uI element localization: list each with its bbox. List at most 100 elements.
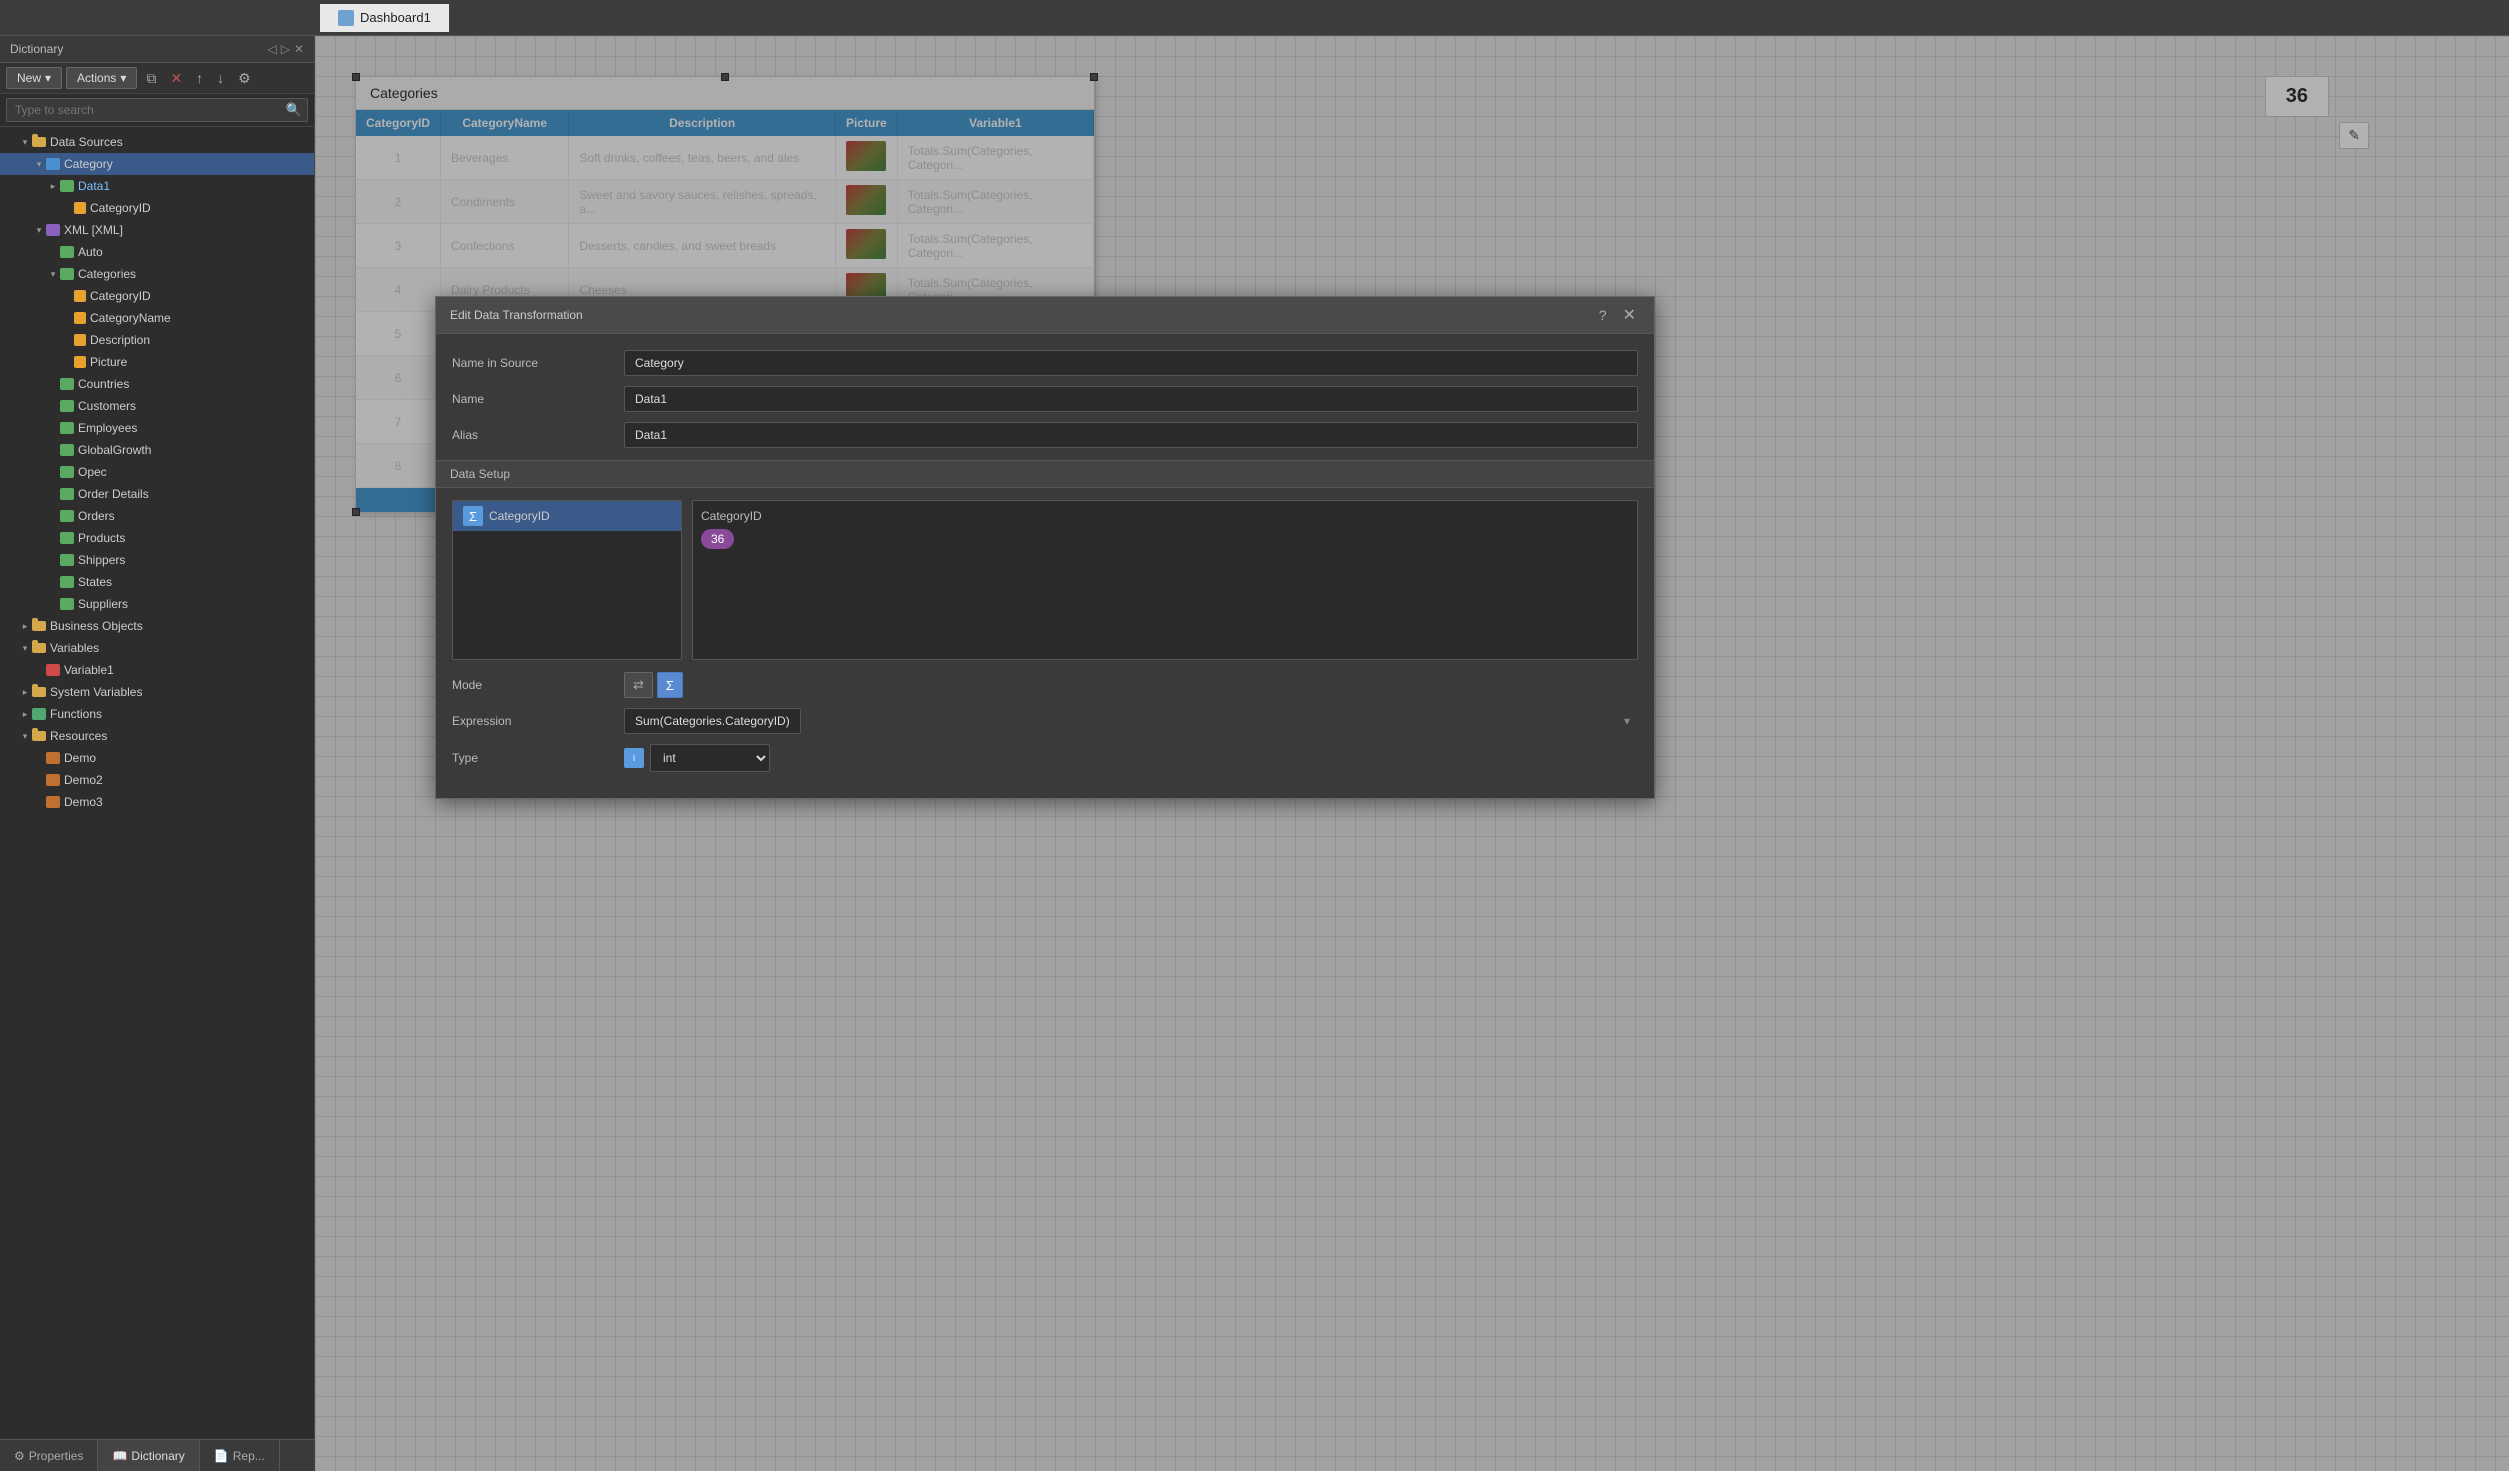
table-icon-shippers <box>60 554 74 566</box>
table-icon-categories <box>60 268 74 280</box>
delete-button[interactable]: ✕ <box>165 68 187 89</box>
report-tab-label: Rep... <box>233 1449 265 1463</box>
table-icon-globalgrowth <box>60 444 74 456</box>
tab-dashboard1[interactable]: Dashboard1 <box>320 4 450 32</box>
new-dropdown-icon <box>45 71 51 85</box>
expander-category[interactable] <box>32 157 46 171</box>
tree-item-categoryid-data1[interactable]: CategoryID <box>0 197 314 219</box>
mode-buttons: ⇄ Σ <box>624 672 683 698</box>
external-link-button[interactable]: ⧉ <box>141 68 161 89</box>
tree-item-globalgrowth[interactable]: GlobalGrowth <box>0 439 314 461</box>
tree-item-suppliers[interactable]: Suppliers <box>0 593 314 615</box>
expander-xml[interactable] <box>32 223 46 237</box>
tree-item-variables[interactable]: Variables <box>0 637 314 659</box>
expander-system-variables[interactable] <box>18 685 32 699</box>
dialog-help-button[interactable]: ? <box>1591 307 1615 323</box>
tree-item-cat-categoryname[interactable]: CategoryName <box>0 307 314 329</box>
sidebar-toolbar: New Actions ⧉ ✕ ↑ ↓ ⚙ <box>0 63 314 94</box>
tree-item-cat-description[interactable]: Description <box>0 329 314 351</box>
type-select[interactable]: int string float date bool <box>650 744 770 772</box>
move-down-button[interactable]: ↓ <box>212 68 229 88</box>
move-up-button[interactable]: ↑ <box>191 68 208 88</box>
tree-item-opec[interactable]: Opec <box>0 461 314 483</box>
label-auto: Auto <box>78 245 103 259</box>
tree-item-resources[interactable]: Resources <box>0 725 314 747</box>
table-icon-order-details <box>60 488 74 500</box>
expander-resources[interactable] <box>18 729 32 743</box>
tree-item-order-details[interactable]: Order Details <box>0 483 314 505</box>
fields-panel: Σ CategoryID <box>452 500 682 660</box>
search-wrap: 🔍 <box>6 98 308 122</box>
tree-item-category[interactable]: Category <box>0 153 314 175</box>
input-name-in-source[interactable] <box>624 350 1638 376</box>
label-demo3: Demo3 <box>64 795 103 809</box>
dialog-close-button[interactable]: ✕ <box>1619 305 1640 325</box>
sidebar-title-bar: Dictionary ◁ ▷ ✕ <box>0 36 314 63</box>
expander-data1[interactable] <box>46 179 60 193</box>
expander-functions[interactable] <box>18 707 32 721</box>
tree-item-demo[interactable]: Demo <box>0 747 314 769</box>
dictionary-tab-label: Dictionary <box>131 1449 184 1463</box>
input-alias[interactable] <box>624 422 1638 448</box>
tree-item-data-sources[interactable]: Data Sources <box>0 131 314 153</box>
expander-variables[interactable] <box>18 641 32 655</box>
transform-mode-button[interactable]: ⇄ <box>624 672 653 698</box>
label-shippers: Shippers <box>78 553 125 567</box>
folder-icon-resources <box>32 731 46 741</box>
form-row-expression: Expression Sum(Categories.CategoryID) <box>452 708 1638 734</box>
tab-bar: Dashboard1 <box>0 0 2509 36</box>
label-system-variables: System Variables <box>50 685 142 699</box>
bottom-tab-dictionary[interactable]: 📖 Dictionary <box>98 1440 199 1471</box>
expression-select[interactable]: Sum(Categories.CategoryID) <box>624 708 801 734</box>
form-row-name-in-source: Name in Source <box>452 350 1638 376</box>
data-setup-area: Σ CategoryID CategoryID 36 <box>452 500 1638 660</box>
tree-item-demo2[interactable]: Demo2 <box>0 769 314 791</box>
tree-item-states[interactable]: States <box>0 571 314 593</box>
tree-item-categories[interactable]: Categories <box>0 263 314 285</box>
sigma-mode-button[interactable]: Σ <box>657 672 683 698</box>
expander-business-objects[interactable] <box>18 619 32 633</box>
sidebar-unpin-icon[interactable]: ▷ <box>281 42 290 56</box>
table-icon-states <box>60 576 74 588</box>
tree-item-variable1[interactable]: Variable1 <box>0 659 314 681</box>
tree-item-cat-picture[interactable]: Picture <box>0 351 314 373</box>
app-container: Dashboard1 Dictionary ◁ ▷ ✕ New <box>0 0 2509 1471</box>
label-employees: Employees <box>78 421 137 435</box>
tree-item-system-variables[interactable]: System Variables <box>0 681 314 703</box>
tree-item-customers[interactable]: Customers <box>0 395 314 417</box>
main-row: Dictionary ◁ ▷ ✕ New Actions ⧉ ✕ <box>0 36 2509 1471</box>
tree-item-data1[interactable]: Data1 <box>0 175 314 197</box>
tree-item-functions[interactable]: Functions <box>0 703 314 725</box>
label-alias: Alias <box>452 428 612 442</box>
new-button[interactable]: New <box>6 67 62 89</box>
search-input[interactable] <box>6 98 308 122</box>
tree-item-employees[interactable]: Employees <box>0 417 314 439</box>
tree-item-shippers[interactable]: Shippers <box>0 549 314 571</box>
label-countries: Countries <box>78 377 129 391</box>
tree-item-auto[interactable]: Auto <box>0 241 314 263</box>
settings-button[interactable]: ⚙ <box>233 68 256 89</box>
tree-item-business-objects[interactable]: Business Objects <box>0 615 314 637</box>
tree-item-demo3[interactable]: Demo3 <box>0 791 314 813</box>
label-globalgrowth: GlobalGrowth <box>78 443 151 457</box>
input-name[interactable] <box>624 386 1638 412</box>
sidebar-pin-icon[interactable]: ◁ <box>267 42 276 56</box>
sidebar-close-icon[interactable]: ✕ <box>294 42 304 56</box>
tree-item-countries[interactable]: Countries <box>0 373 314 395</box>
bottom-tab-report[interactable]: 📄 Rep... <box>200 1440 280 1471</box>
field-icon-cat-categoryid <box>74 290 86 302</box>
properties-tab-label: Properties <box>29 1449 84 1463</box>
tree-item-products[interactable]: Products <box>0 527 314 549</box>
bottom-tab-properties[interactable]: ⚙ Properties <box>0 1440 98 1471</box>
tree-item-xml[interactable]: XML [XML] <box>0 219 314 241</box>
field-item-categoryid[interactable]: Σ CategoryID <box>453 501 681 531</box>
label-business-objects: Business Objects <box>50 619 143 633</box>
expander-categories[interactable] <box>46 267 60 281</box>
res-icon-demo <box>46 752 60 764</box>
report-tab-icon: 📄 <box>214 1449 229 1463</box>
tree-item-cat-categoryid[interactable]: CategoryID <box>0 285 314 307</box>
expr-dropdown-wrap: Sum(Categories.CategoryID) <box>624 708 1638 734</box>
actions-button[interactable]: Actions <box>66 67 137 89</box>
expander-data-sources[interactable] <box>18 135 32 149</box>
tree-item-orders[interactable]: Orders <box>0 505 314 527</box>
